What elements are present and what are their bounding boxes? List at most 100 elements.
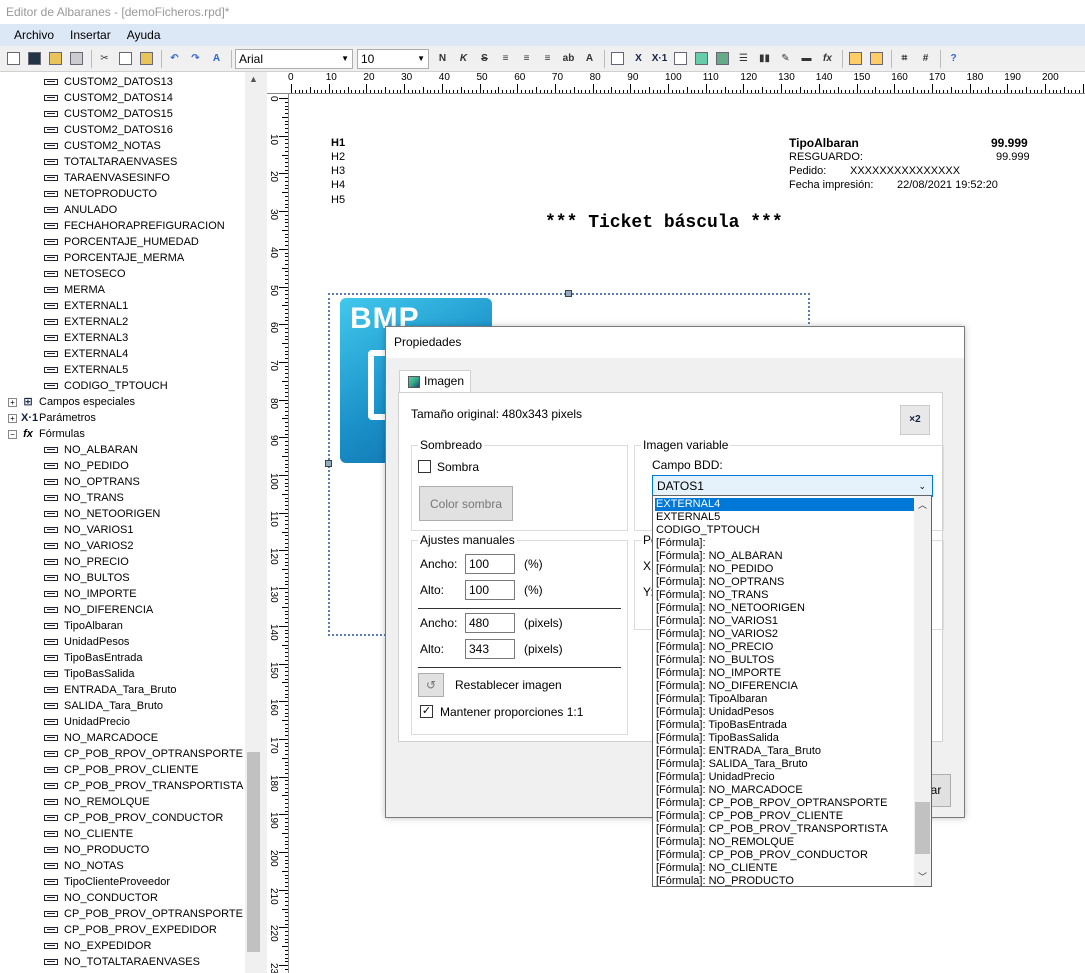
tree-formula-item[interactable]: NO_TOTALTARAENVASES	[44, 954, 200, 970]
font-size-select[interactable]: 10 ▼	[357, 48, 429, 69]
menu-insertar[interactable]: Insertar	[62, 24, 119, 46]
dropdown-option[interactable]: [Fórmula]: NO_PRODUCTO	[655, 875, 915, 886]
save-icon[interactable]	[25, 49, 44, 68]
dropdown-option[interactable]: [Fórmula]: NO_REMOLQUE	[655, 836, 915, 849]
field-icon[interactable]	[608, 49, 627, 68]
header-h1[interactable]: H1	[331, 137, 345, 149]
tree-group-formulas[interactable]: − fx Fórmulas	[8, 426, 85, 442]
tree-formula-item[interactable]: NO_PRODUCTO	[44, 842, 149, 858]
shadow-checkbox[interactable]	[418, 460, 431, 473]
tree-formula-item[interactable]: CP_POB_PROV_CLIENTE	[44, 762, 199, 778]
spell-icon[interactable]: ab	[559, 49, 578, 68]
resize-handle-left[interactable]	[325, 460, 332, 467]
dropdown-option[interactable]: [Fórmula]: NO_IMPORTE	[655, 667, 915, 680]
tree-group-special[interactable]: + ⊞ Campos especiales	[8, 394, 135, 410]
header-h3[interactable]: H3	[331, 165, 345, 177]
tree-formula-item[interactable]: NO_VARIOS2	[44, 538, 134, 554]
redo-icon[interactable]: ↷	[186, 49, 205, 68]
crop-icon[interactable]	[671, 49, 690, 68]
dropdown-option[interactable]: EXTERNAL5	[655, 511, 915, 524]
tree-formula-item[interactable]: NO_PEDIDO	[44, 458, 129, 474]
db-field-icon[interactable]: X	[629, 49, 648, 68]
dropdown-option[interactable]: [Fórmula]: UnidadPesos	[655, 706, 915, 719]
align-right-icon[interactable]: ≡	[538, 49, 557, 68]
tree-formula-item[interactable]: CP_POB_PROV_OPTRANSPORTE	[44, 906, 243, 922]
dropdown-scroll-thumb[interactable]	[915, 802, 930, 854]
cut-icon[interactable]: ✂	[95, 49, 114, 68]
tree-formula-item[interactable]: NO_NETOORIGEN	[44, 506, 160, 522]
paste-icon[interactable]	[137, 49, 156, 68]
resize-handle-top[interactable]	[565, 290, 572, 297]
tree-formula-item[interactable]: NO_IMPORTE	[44, 586, 137, 602]
header-h5[interactable]: H5	[331, 194, 345, 206]
dropdown-scrollbar[interactable]: ︿ ﹀	[914, 496, 931, 886]
dropdown-option[interactable]: [Fórmula]: TipoAlbaran	[655, 693, 915, 706]
tree-formula-item[interactable]: TipoClienteProveedor	[44, 874, 170, 890]
tree-formula-item[interactable]: NO_CONDUCTOR	[44, 890, 158, 906]
tree-formula-item[interactable]: NO_TRANS	[44, 490, 124, 506]
scroll-up-icon[interactable]: ︿	[914, 498, 931, 511]
header-h4[interactable]: H4	[331, 179, 345, 191]
tree-field-item[interactable]: CUSTOM2_DATOS14	[44, 90, 173, 106]
dropdown-option[interactable]: [Fórmula]: NO_DIFERENCIA	[655, 680, 915, 693]
dropdown-option[interactable]: [Fórmula]: NO_VARIOS2	[655, 628, 915, 641]
tree-formula-item[interactable]: NO_DIFERENCIA	[44, 602, 153, 618]
grid-icon[interactable]: #	[916, 49, 935, 68]
tree-group-params[interactable]: + X·1Parámetros	[8, 410, 96, 426]
tree-formula-item[interactable]: NO_BULTOS	[44, 570, 130, 586]
image-var-icon[interactable]	[713, 49, 732, 68]
dropdown-option[interactable]: [Fórmula]: NO_BULTOS	[655, 654, 915, 667]
expand-icon[interactable]: +	[8, 413, 17, 423]
text-icon[interactable]: A	[580, 49, 599, 68]
reset-image-button[interactable]: ↺	[418, 673, 444, 697]
tree-formula-item[interactable]: NO_REMOLQUE	[44, 794, 150, 810]
resguardo-value[interactable]: 99.999	[996, 151, 1030, 163]
tree-formula-item[interactable]: TipoBasSalida	[44, 666, 135, 682]
italic-icon[interactable]: K	[454, 49, 473, 68]
dropdown-option[interactable]: [Fórmula]: SALIDA_Tara_Bruto	[655, 758, 915, 771]
bring-front-icon[interactable]	[846, 49, 865, 68]
tree-field-item[interactable]: FECHAHORAPREFIGURACION	[44, 218, 225, 234]
tree-formula-item[interactable]: NO_VARIOS1	[44, 522, 134, 538]
tree-field-item[interactable]: ANULADO	[44, 202, 117, 218]
image-icon[interactable]	[692, 49, 711, 68]
dropdown-option[interactable]: [Fórmula]: UnidadPrecio	[655, 771, 915, 784]
dropdown-option[interactable]: [Fórmula]: NO_OPTRANS	[655, 576, 915, 589]
lines-icon[interactable]: ☰	[734, 49, 753, 68]
dropdown-option[interactable]: EXTERNAL4	[655, 498, 915, 511]
tree-field-item[interactable]: NETOSECO	[44, 266, 126, 282]
signature-icon[interactable]: ✎	[776, 49, 795, 68]
tree-formula-item[interactable]: CP_POB_PROV_CONDUCTOR	[44, 810, 223, 826]
car-icon[interactable]: ▬	[797, 49, 816, 68]
tree-formula-item[interactable]: CP_POB_PROV_TRANSPORTISTA	[44, 778, 243, 794]
tree-field-item[interactable]: TARAENVASESINFO	[44, 170, 170, 186]
align-center-icon[interactable]: ≡	[517, 49, 536, 68]
tree-field-item[interactable]: PORCENTAJE_MERMA	[44, 250, 184, 266]
tree-formula-item[interactable]: UnidadPrecio	[44, 714, 130, 730]
print-icon[interactable]	[67, 49, 86, 68]
undo-icon[interactable]: ↶	[165, 49, 184, 68]
new-file-icon[interactable]	[4, 49, 23, 68]
tree-formula-item[interactable]: NO_EXPEDIDOR	[44, 938, 151, 954]
ancho-pct-input[interactable]: 100	[465, 554, 515, 574]
tree-field-item[interactable]: MERMA	[44, 282, 105, 298]
dropdown-option[interactable]: [Fórmula]: ENTRADA_Tara_Bruto	[655, 745, 915, 758]
tree-formula-item[interactable]: NO_ALBARAN	[44, 442, 138, 458]
dropdown-option[interactable]: [Fórmula]: NO_VARIOS1	[655, 615, 915, 628]
tree-formula-item[interactable]: ENTRADA_Tara_Bruto	[44, 682, 177, 698]
ticket-title[interactable]: *** Ticket báscula ***	[545, 213, 783, 233]
scroll-up-icon[interactable]: ▲	[245, 74, 262, 88]
fecha-label[interactable]: Fecha impresión:	[789, 179, 873, 191]
tree-field-item[interactable]: CUSTOM2_DATOS16	[44, 122, 173, 138]
tree-field-item[interactable]: EXTERNAL4	[44, 346, 128, 362]
open-folder-icon[interactable]	[46, 49, 65, 68]
dropdown-option[interactable]: [Fórmula]: NO_PRECIO	[655, 641, 915, 654]
tree-field-item[interactable]: TOTALTARAENVASES	[44, 154, 177, 170]
dropdown-option[interactable]: [Fórmula]: CP_POB_PROV_TRANSPORTISTA	[655, 823, 915, 836]
tipo-value-field[interactable]: 99.999	[991, 136, 1028, 150]
pedido-value[interactable]: XXXXXXXXXXXXXXX	[850, 165, 960, 177]
dropdown-option[interactable]: [Fórmula]: CP_POB_PROV_CONDUCTOR	[655, 849, 915, 862]
menu-archivo[interactable]: Archivo	[6, 24, 62, 46]
align-left-icon[interactable]: ≡	[496, 49, 515, 68]
tree-field-item[interactable]: CUSTOM2_NOTAS	[44, 138, 161, 154]
